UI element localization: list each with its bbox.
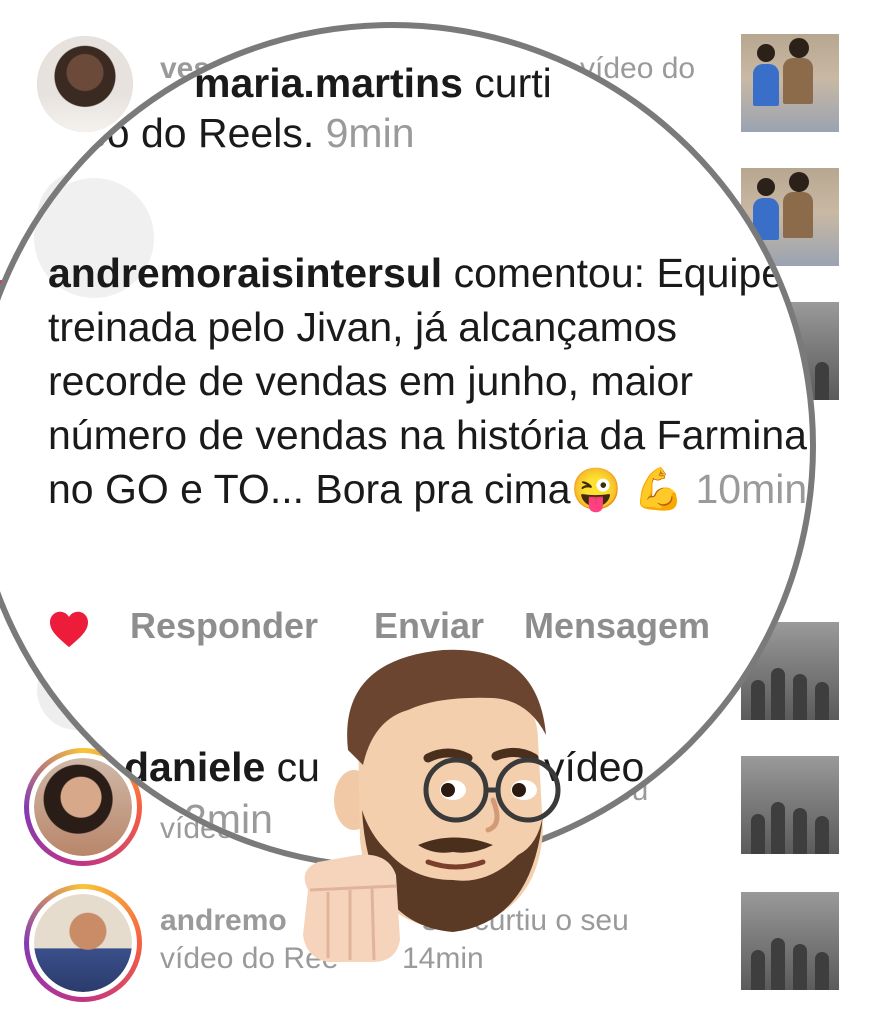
comment-emojis: 😜 💪 [570, 466, 685, 512]
comment-username[interactable]: andremoraisintersul [48, 250, 442, 296]
username[interactable]: daniele [124, 744, 265, 790]
zoomed-comment-notification[interactable]: andremoraisintersul comentou: Equipe tre… [48, 246, 810, 516]
memoji-sticker [303, 649, 561, 962]
post-thumbnail[interactable] [741, 892, 839, 990]
avatar-story-ring[interactable] [24, 884, 142, 1002]
heart-icon[interactable] [48, 610, 90, 648]
timestamp: 10min [695, 466, 808, 512]
timestamp: 9min [325, 110, 415, 156]
username[interactable]: maria.martins [194, 60, 463, 106]
avatar[interactable] [34, 894, 132, 992]
timestamp: 2min [184, 796, 273, 842]
notification-text: eo do Reels. [84, 110, 315, 156]
